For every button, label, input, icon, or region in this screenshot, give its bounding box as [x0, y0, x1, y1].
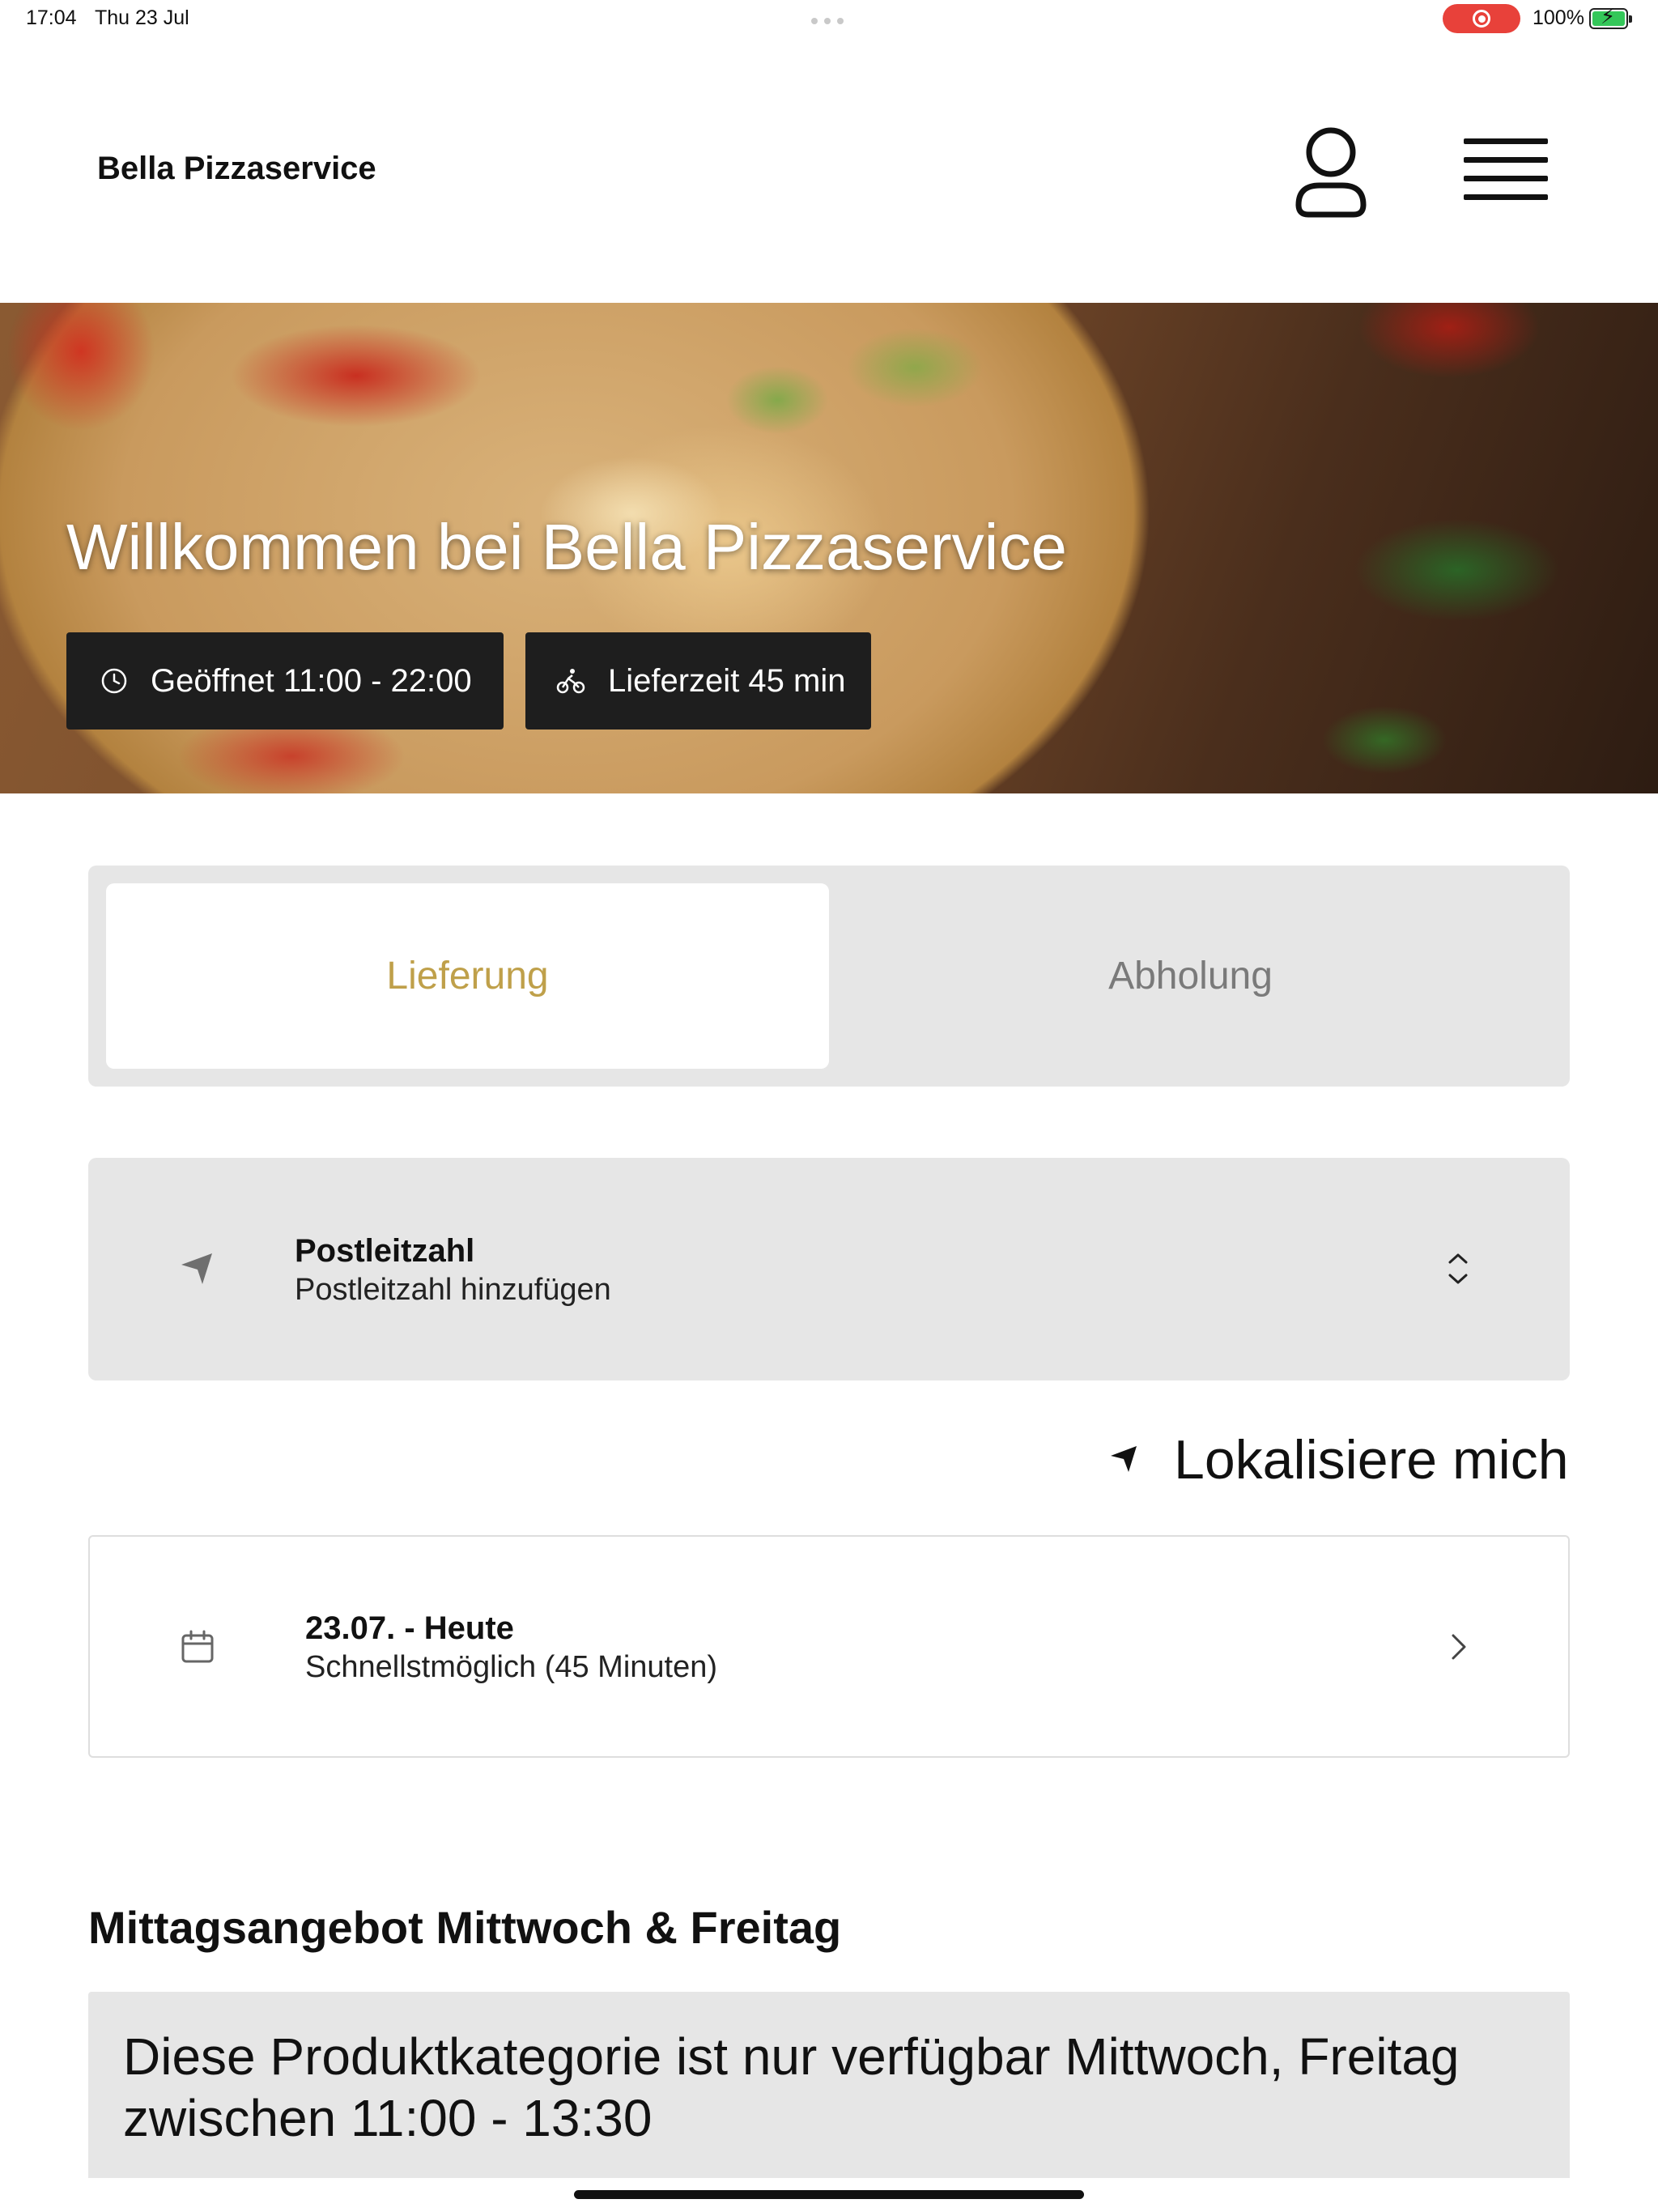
schedule-time: Schnellstmöglich (45 Minuten) — [305, 1650, 718, 1684]
home-indicator[interactable] — [574, 2190, 1084, 2199]
chevron-up-down-icon — [1446, 1251, 1470, 1287]
navigation-arrow-icon — [178, 1250, 215, 1287]
calendar-icon — [180, 1629, 215, 1665]
tab-pickup[interactable]: Abholung — [829, 883, 1552, 1069]
postcode-placeholder[interactable]: Postleitzahl hinzufügen — [295, 1273, 611, 1308]
multitasking-dots-icon[interactable] — [811, 18, 847, 24]
bicycle-icon — [556, 669, 585, 694]
chevron-right-icon — [1449, 1632, 1469, 1661]
tab-delivery[interactable]: Lieferung — [106, 883, 829, 1069]
opening-hours-badge: Geöffnet 11:00 - 22:00 — [66, 632, 504, 730]
screen-recording-icon[interactable] — [1443, 4, 1520, 33]
clock-icon — [101, 668, 127, 694]
locate-me-button[interactable]: Lokalisiere mich — [1174, 1428, 1569, 1491]
opening-hours-text: Geöffnet 11:00 - 22:00 — [151, 662, 472, 699]
availability-notice-text: Diese Produktkategorie ist nur verfügbar… — [123, 2027, 1460, 2147]
delivery-time-badge: Lieferzeit 45 min — [525, 632, 871, 730]
charging-bolt-icon: ⚡ — [1601, 4, 1616, 28]
brand-title[interactable]: Bella Pizzaservice — [97, 151, 376, 187]
status-date: Thu 23 Jul — [95, 6, 189, 29]
user-icon[interactable] — [1292, 125, 1370, 219]
hamburger-menu-icon[interactable] — [1464, 134, 1548, 206]
status-time: 17:04 — [26, 6, 77, 29]
section-title: Mittagsangebot Mittwoch & Freitag — [88, 1902, 842, 1953]
battery-percent: 100% — [1533, 6, 1584, 29]
delivery-time-text: Lieferzeit 45 min — [608, 662, 846, 699]
hero-title: Willkommen bei Bella Pizzaservice — [66, 511, 1067, 583]
location-arrow-icon[interactable] — [1107, 1443, 1140, 1475]
schedule-date: 23.07. - Heute — [305, 1610, 514, 1646]
postcode-label: Postleitzahl — [295, 1233, 475, 1269]
